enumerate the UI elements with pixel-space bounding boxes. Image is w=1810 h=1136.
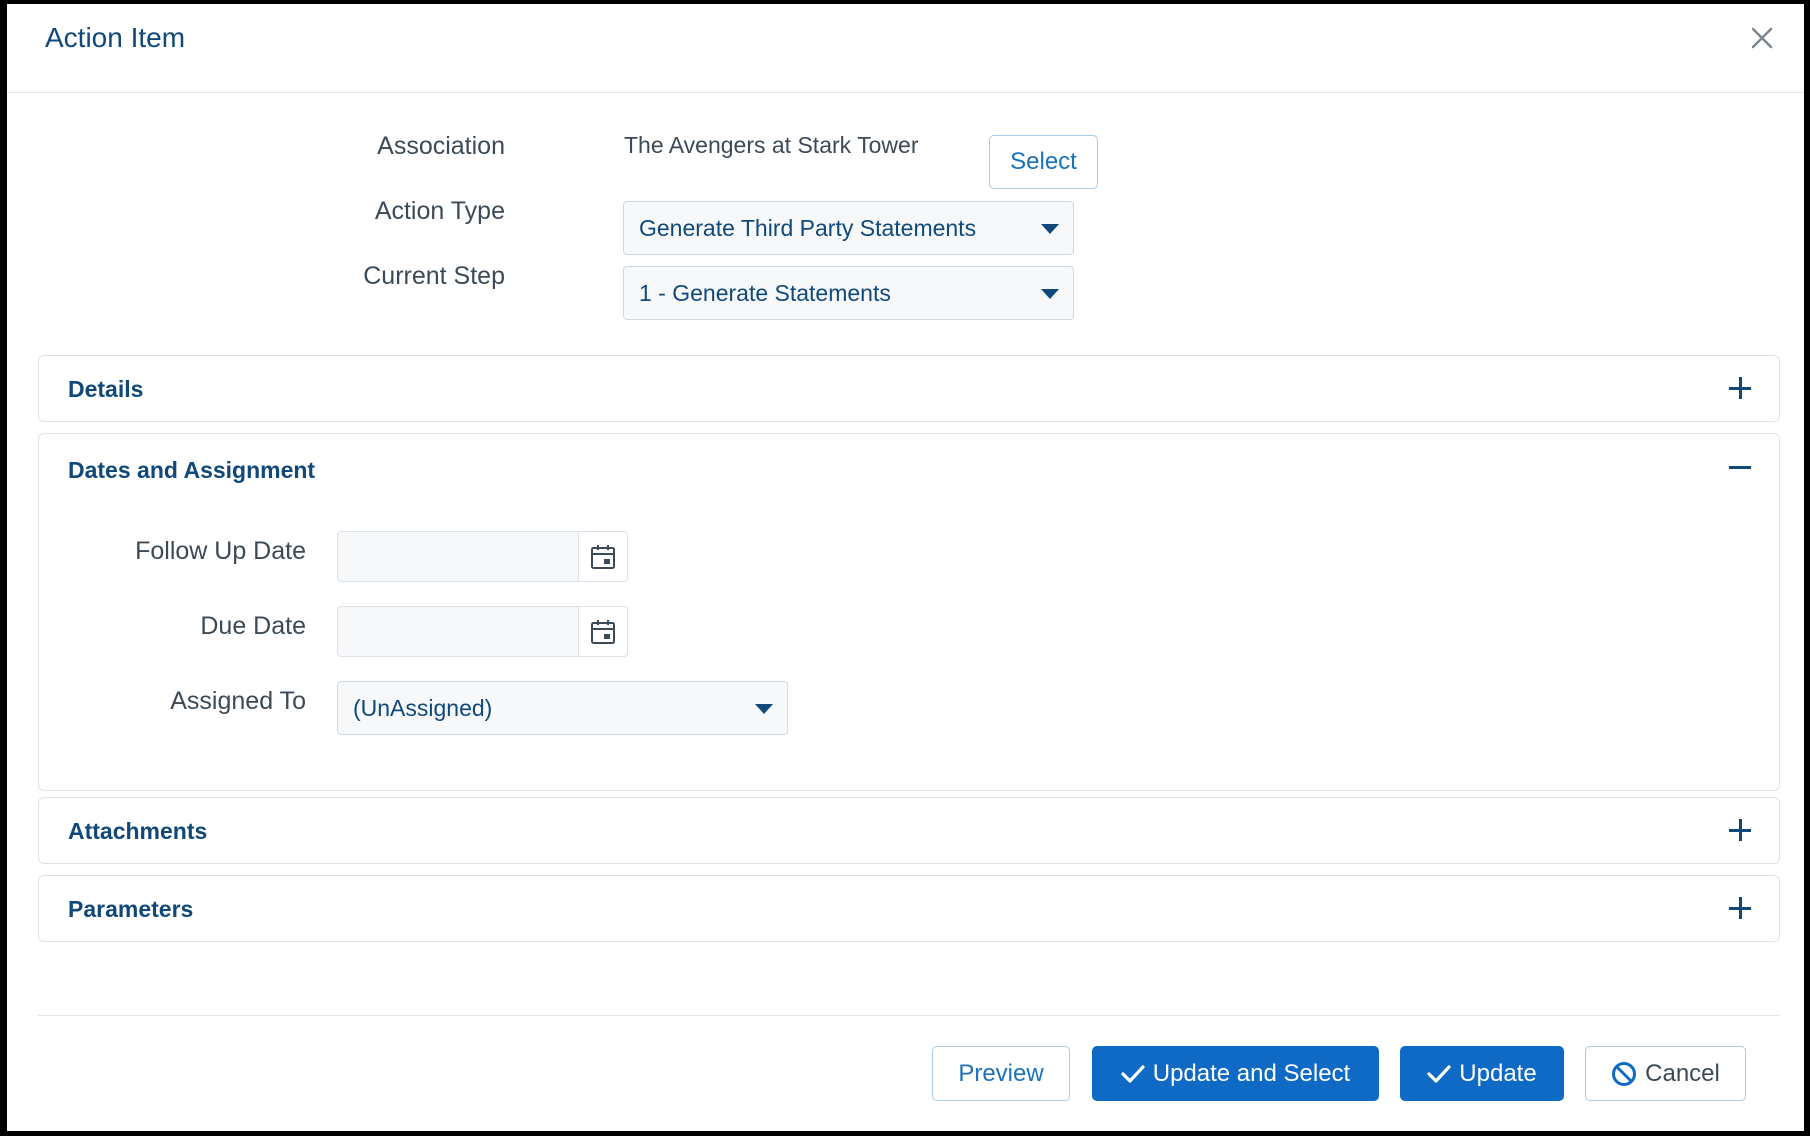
dialog-header: Action Item: [7, 4, 1804, 93]
follow-up-date-input[interactable]: [337, 531, 628, 582]
update-button[interactable]: Update: [1400, 1046, 1564, 1101]
details-panel-title[interactable]: Details: [68, 376, 143, 403]
follow-up-date-picker-button[interactable]: [578, 532, 627, 581]
details-panel: Details: [38, 355, 1780, 422]
current-step-value: 1 - Generate Statements: [639, 280, 891, 306]
dialog-title: Action Item: [45, 22, 186, 53]
cancel-label: Cancel: [1645, 1059, 1720, 1087]
plus-icon[interactable]: [1729, 377, 1751, 399]
assigned-to-select[interactable]: (UnAssigned): [337, 681, 788, 735]
update-and-select-label: Update and Select: [1152, 1059, 1351, 1087]
chevron-down-icon: [755, 704, 773, 714]
ban-icon: [1612, 1061, 1637, 1086]
current-step-label: Current Step: [363, 262, 505, 290]
calendar-icon: [591, 544, 615, 569]
due-date-label: Due Date: [200, 612, 306, 640]
update-label: Update: [1459, 1059, 1537, 1087]
preview-button[interactable]: Preview: [932, 1046, 1070, 1101]
dates-assignment-panel: Dates and Assignment Follow Up Date Due …: [38, 433, 1780, 791]
assigned-to-label: Assigned To: [170, 687, 306, 715]
chevron-down-icon: [1041, 224, 1059, 234]
due-date-picker-button[interactable]: [578, 607, 627, 656]
association-value: The Avengers at Stark Tower: [624, 132, 919, 158]
parameters-panel-title[interactable]: Parameters: [68, 896, 193, 923]
plus-icon[interactable]: [1729, 819, 1751, 841]
current-step-select[interactable]: 1 - Generate Statements: [623, 266, 1074, 320]
calendar-icon: [591, 619, 615, 644]
footer-divider: [38, 1015, 1780, 1016]
due-date-input[interactable]: [337, 606, 628, 657]
minus-icon[interactable]: [1729, 456, 1751, 478]
chevron-down-icon: [1041, 289, 1059, 299]
assigned-to-value: (UnAssigned): [353, 695, 493, 721]
parameters-panel: Parameters: [38, 875, 1780, 942]
attachments-panel-title[interactable]: Attachments: [68, 818, 207, 845]
close-icon: [1751, 27, 1773, 49]
action-type-label: Action Type: [374, 197, 505, 225]
action-type-value: Generate Third Party Statements: [639, 215, 977, 241]
check-icon: [1427, 1064, 1451, 1083]
action-type-select[interactable]: Generate Third Party Statements: [623, 201, 1074, 255]
cancel-button[interactable]: Cancel: [1585, 1046, 1746, 1101]
check-icon: [1121, 1064, 1145, 1083]
action-item-dialog: Action Item Association The Avengers at …: [7, 4, 1804, 1131]
plus-icon[interactable]: [1729, 897, 1751, 919]
association-select-button[interactable]: Select: [989, 135, 1098, 189]
update-and-select-button[interactable]: Update and Select: [1092, 1046, 1379, 1101]
follow-up-date-label: Follow Up Date: [135, 537, 306, 565]
association-label: Association: [377, 132, 505, 160]
close-button[interactable]: [1742, 18, 1782, 58]
dates-panel-title[interactable]: Dates and Assignment: [68, 457, 315, 484]
attachments-panel: Attachments: [38, 797, 1780, 864]
